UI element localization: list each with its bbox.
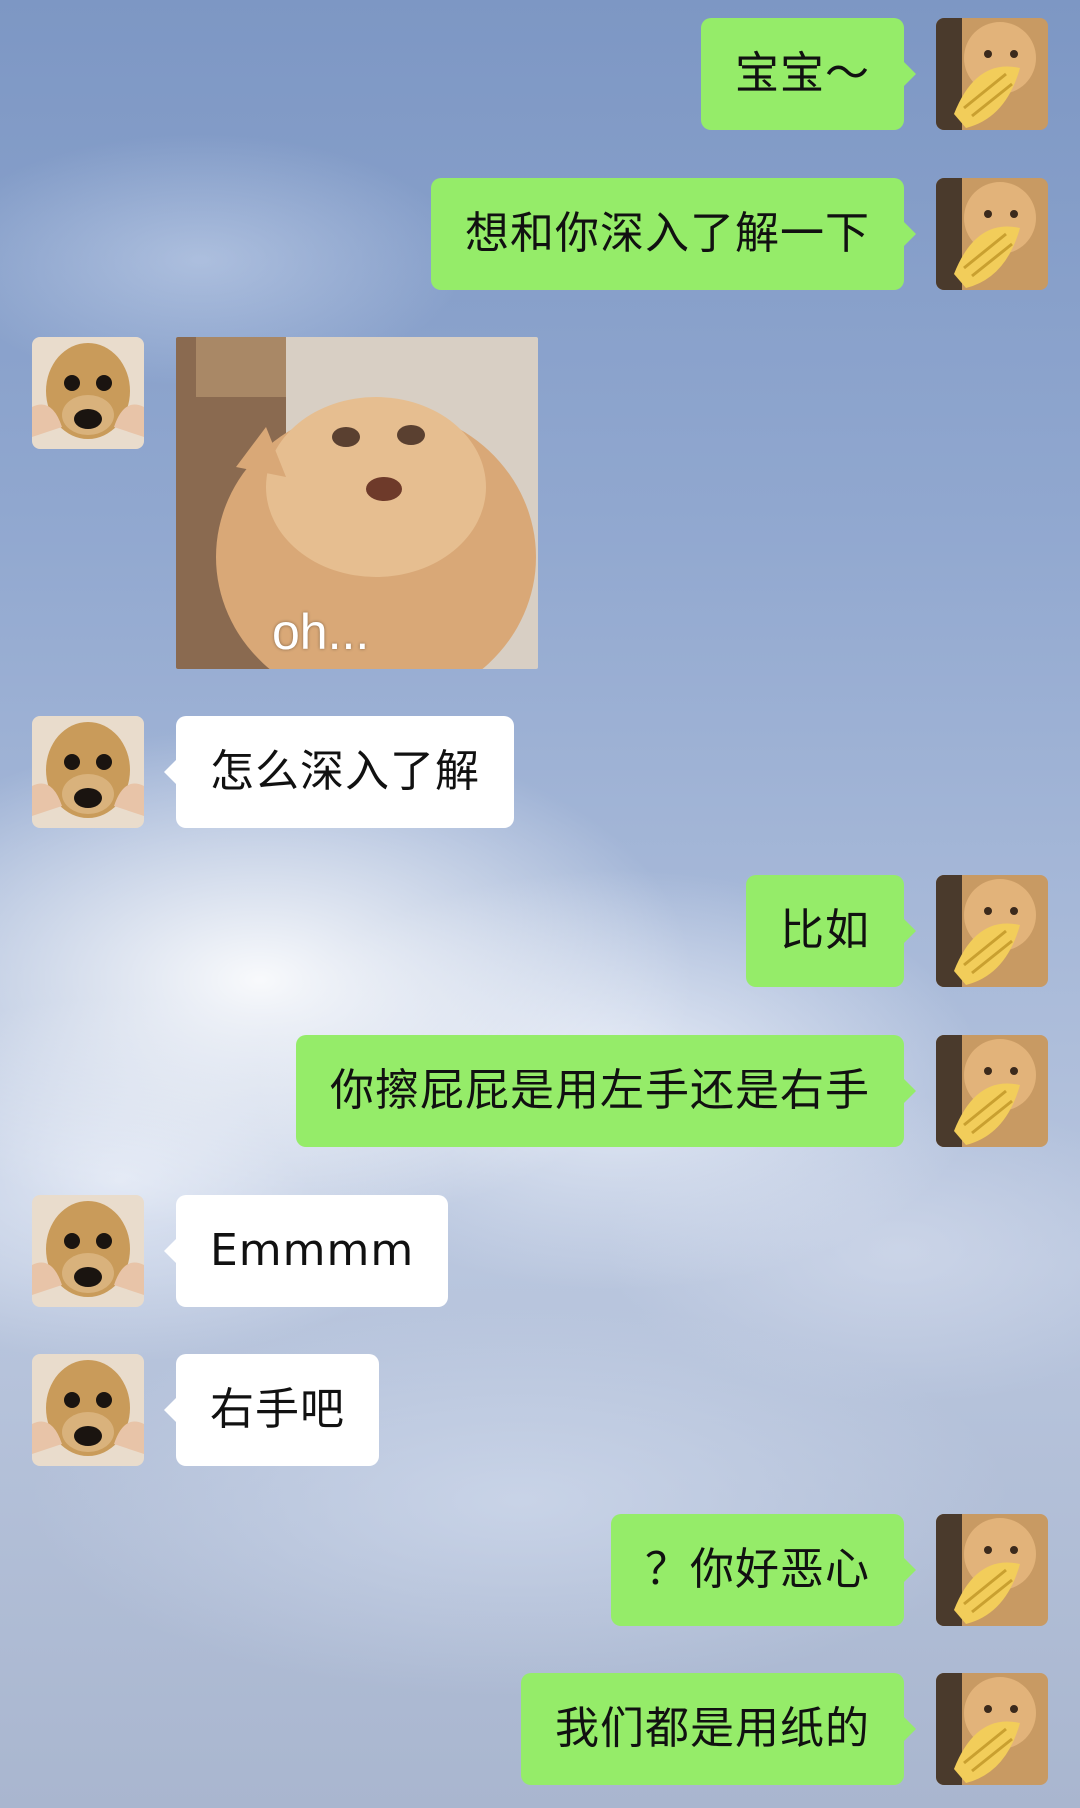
cat-avatar[interactable]	[936, 875, 1048, 987]
message-sent: ？你好恶心	[611, 1514, 1048, 1626]
message-bubble[interactable]: ？你好恶心	[611, 1514, 916, 1626]
message-bubble[interactable]: 右手吧	[164, 1354, 379, 1466]
message-received: oh...	[32, 337, 538, 669]
message-received: Emmmm	[32, 1195, 449, 1307]
sticker-caption: oh...	[272, 604, 370, 660]
message-bubble[interactable]: 比如	[746, 875, 916, 987]
message-sent: 比如	[746, 875, 1048, 987]
puppy-avatar[interactable]	[32, 716, 144, 828]
cat-avatar[interactable]	[936, 18, 1048, 130]
message-sent: 我们都是用纸的	[521, 1673, 1048, 1785]
message-bubble[interactable]: 你擦屁屁是用左手还是右手	[296, 1035, 916, 1147]
message-sent: 你擦屁屁是用左手还是右手	[296, 1035, 1048, 1147]
puppy-avatar[interactable]	[32, 337, 144, 449]
puppy-avatar[interactable]	[32, 1354, 144, 1466]
message-bubble[interactable]: 宝宝～	[701, 18, 916, 130]
message-bubble[interactable]: 想和你深入了解一下	[431, 178, 916, 290]
cat-avatar[interactable]	[936, 1514, 1048, 1626]
message-received: 怎么深入了解	[32, 716, 514, 828]
cat-avatar[interactable]	[936, 1673, 1048, 1785]
message-received: 右手吧	[32, 1354, 379, 1466]
message-bubble[interactable]: Emmmm	[163, 1195, 449, 1307]
message-sent: 宝宝～	[701, 18, 1048, 130]
message-bubble[interactable]: 我们都是用纸的	[521, 1673, 916, 1785]
puppy-avatar[interactable]	[32, 1195, 144, 1307]
cat-avatar[interactable]	[936, 178, 1048, 290]
cat-avatar[interactable]	[936, 1035, 1048, 1147]
message-sent: 想和你深入了解一下	[431, 178, 1048, 290]
cat-sticker-image[interactable]: oh...	[176, 337, 538, 669]
message-bubble[interactable]: 怎么深入了解	[164, 716, 514, 828]
